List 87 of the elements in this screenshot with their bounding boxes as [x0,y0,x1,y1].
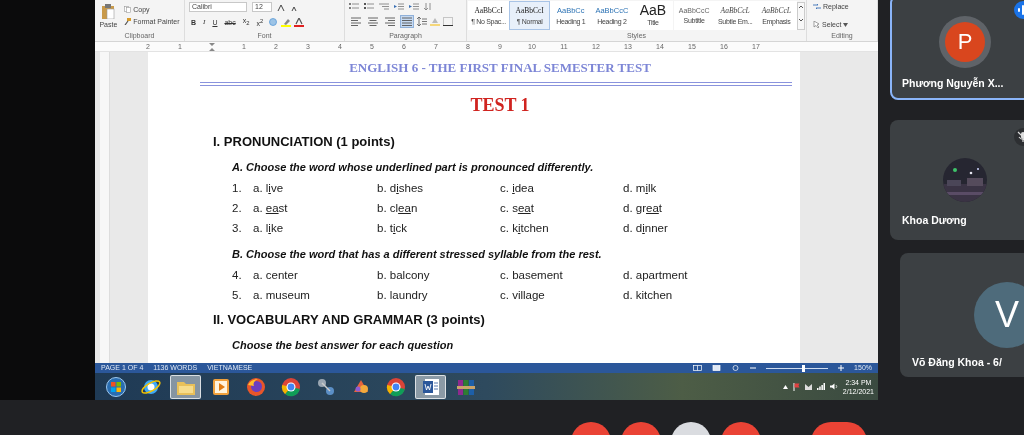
question-number: 2. [232,201,243,216]
avatar: V [974,282,1024,348]
question-number: 1. [232,181,243,196]
decrease-indent-icon [394,2,404,10]
numbering-icon [364,2,374,10]
paintbrush-icon [124,18,132,25]
start-icon[interactable] [105,376,126,397]
network-icon[interactable] [315,376,336,397]
test-title: TEST 1 [469,94,531,116]
bullets-icon [349,2,359,10]
multilevel-list-icon [379,2,389,10]
answer-option: b. balcony [377,265,500,285]
web-layout-icon[interactable] [731,365,741,371]
replace-icon [813,3,821,10]
align-center-button[interactable] [366,15,380,29]
answer-option: d. dinner [623,218,743,238]
increase-indent-icon [409,2,419,10]
instruction-text: A. Choose the word whose underlined part is pronounced differently. [232,160,595,175]
print-layout-icon[interactable] [712,365,722,371]
answer-option: b. tick [377,218,500,238]
participant-name: Võ Đăng Khoa - 6/ [911,356,1003,368]
align-justify-button[interactable] [400,15,414,29]
caret-icon [843,22,849,27]
answer-option: d. milk [623,178,743,198]
borders-icon [443,17,453,27]
align-right-icon [385,17,395,27]
answer-option: c. kitchen [500,218,623,238]
slider-thumb[interactable] [801,364,805,372]
answer-option: c. basement [500,265,623,285]
question-number: 4. [232,268,243,283]
align-left-button[interactable] [349,15,363,29]
taskbar-button[interactable] [415,374,446,399]
answer-option: a. museum [253,285,377,305]
grow-font-icon [277,3,285,11]
browser-icon[interactable] [280,376,301,397]
indent-marker-icon[interactable] [209,42,215,51]
shading-icon [430,17,440,27]
archive-icon[interactable] [455,377,476,396]
tray-app-icon[interactable] [804,382,812,391]
line-spacing-icon [417,17,427,27]
answer-option: a. east [253,198,377,218]
question-number: 5. [232,288,243,303]
gallery-scroll-icon[interactable] [796,1,805,30]
zoom-in-icon[interactable] [838,365,845,371]
show-hidden-icons-icon[interactable] [782,384,788,389]
answer-option: b. clean [377,198,500,218]
answer-option: a. center [253,265,377,285]
clipboard-icon [101,3,116,19]
section-heading: II. VOCABULARY AND GRAMMAR (3 points) [213,311,486,329]
play-icon[interactable] [211,377,230,396]
avatar: P [945,22,985,62]
taskbar-button[interactable] [170,374,201,399]
answer-option: a. live [253,178,377,198]
zoom-out-icon[interactable] [750,365,757,371]
font-color-icon [294,18,305,28]
read-mode-icon[interactable] [693,365,703,371]
answer-option: a. like [253,218,377,238]
align-right-button[interactable] [383,15,397,29]
question-number: 3. [232,221,243,236]
flag-icon[interactable] [792,382,800,391]
answer-option: d. great [623,198,743,218]
participant-name: Khoa Dương [901,214,968,226]
align-left-icon [351,17,361,27]
document-title: ENGLISH 6 - THE FIRST FINAL SEMESTER TEST [348,59,652,77]
answer-option: b. laundry [377,285,500,305]
text-effects-icon [268,18,279,28]
align-justify-icon [402,17,412,27]
instruction-text: B. Choose the word that has a different stressed syllable from the rest. [232,247,603,262]
answer-option: c. seat [500,198,623,218]
align-center-icon [368,17,378,27]
volume-icon[interactable] [829,383,838,390]
browser-icon[interactable] [385,376,406,397]
highlighter-icon [281,18,292,28]
answer-option: d. apartment [623,265,743,285]
answer-option: b. dishes [377,178,500,198]
document-icon[interactable] [421,377,440,396]
sort-icon [424,2,432,10]
answer-option: d. kitchen [623,285,743,305]
copy-icon [124,6,132,13]
signal-icon[interactable] [816,383,825,390]
section-heading: I. PRONUNCIATION (1 points) [213,133,396,151]
instruction-text: Choose the best answer for each question [232,338,455,353]
participant-name: Phương Nguyễn X... [901,77,1005,89]
answer-option: c. village [500,285,623,305]
cursor-icon [813,21,820,28]
browser-icon[interactable] [245,376,266,397]
answer-option: c. idea [500,178,623,198]
